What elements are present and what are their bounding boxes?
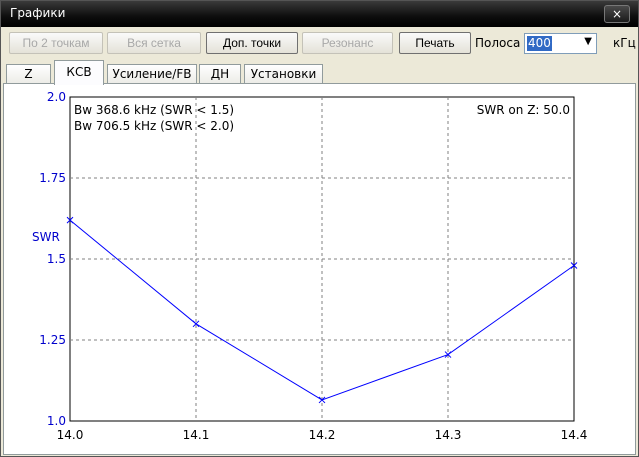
chart-panel: 1.0 1.25 1.5 1.75 2.0 14.0 14.1 14.2 14.3 14.4 S…	[3, 83, 636, 455]
x-tick-label: 14.4	[561, 428, 588, 442]
swr-chart: 1.0 1.25 1.5 1.75 2.0 14.0 14.1 14.2 14.3 14.4 S…	[32, 90, 588, 442]
tab-gain-fb[interactable]: Усиление/FB	[107, 64, 197, 84]
band-label: Полоса	[475, 36, 521, 50]
impedance-annotation: SWR on Z: 50.0	[477, 103, 570, 117]
x-tick-labels: 14.0 14.1 14.2 14.3 14.4	[57, 428, 588, 442]
y-axis-label: SWR	[32, 230, 60, 244]
band-select[interactable]: 400 ▼	[524, 33, 597, 54]
tab-settings[interactable]: Установки	[244, 64, 323, 84]
bandwidth-annotation-1: Bw 368.6 kHz (SWR < 1.5)	[74, 103, 234, 117]
close-icon: ×	[611, 7, 623, 21]
y-tick-labels: 1.0 1.25 1.5 1.75 2.0	[39, 90, 66, 428]
bandwidth-annotation-2: Bw 706.5 kHz (SWR < 2.0)	[74, 119, 234, 133]
x-tick-label: 14.2	[309, 428, 336, 442]
two-points-button[interactable]: По 2 точкам	[9, 32, 103, 54]
extra-points-button[interactable]: Доп. точки	[206, 32, 298, 54]
y-tick-label: 2.0	[47, 90, 66, 104]
y-tick-label: 1.0	[47, 414, 66, 428]
y-tick-label: 1.5	[47, 252, 66, 266]
x-tick-label: 14.0	[57, 428, 84, 442]
y-tick-label: 1.25	[39, 333, 66, 347]
y-tick-label: 1.75	[39, 171, 66, 185]
chevron-down-icon[interactable]: ▼	[584, 36, 592, 47]
print-button[interactable]: Печать	[399, 32, 471, 54]
x-tick-label: 14.3	[435, 428, 462, 442]
graphs-window: Графики × По 2 точкам Вся сетка Доп. точ…	[0, 0, 639, 457]
full-grid-button[interactable]: Вся сетка	[107, 32, 201, 54]
title-bar[interactable]: Графики ×	[1, 1, 638, 27]
tab-swr[interactable]: КСВ	[54, 60, 104, 85]
tab-bar: Z КСВ Усиление/FB ДН Установки	[1, 60, 638, 85]
band-value[interactable]: 400	[527, 36, 552, 51]
band-unit: кГц	[613, 36, 636, 50]
close-button[interactable]: ×	[604, 5, 630, 23]
resonance-button[interactable]: Резонанс	[302, 32, 393, 54]
tab-z[interactable]: Z	[6, 64, 51, 84]
window-title: Графики	[10, 6, 66, 20]
tab-pattern[interactable]: ДН	[199, 64, 241, 84]
toolbar: По 2 точкам Вся сетка Доп. точки Резонан…	[1, 28, 638, 58]
x-tick-label: 14.1	[183, 428, 210, 442]
